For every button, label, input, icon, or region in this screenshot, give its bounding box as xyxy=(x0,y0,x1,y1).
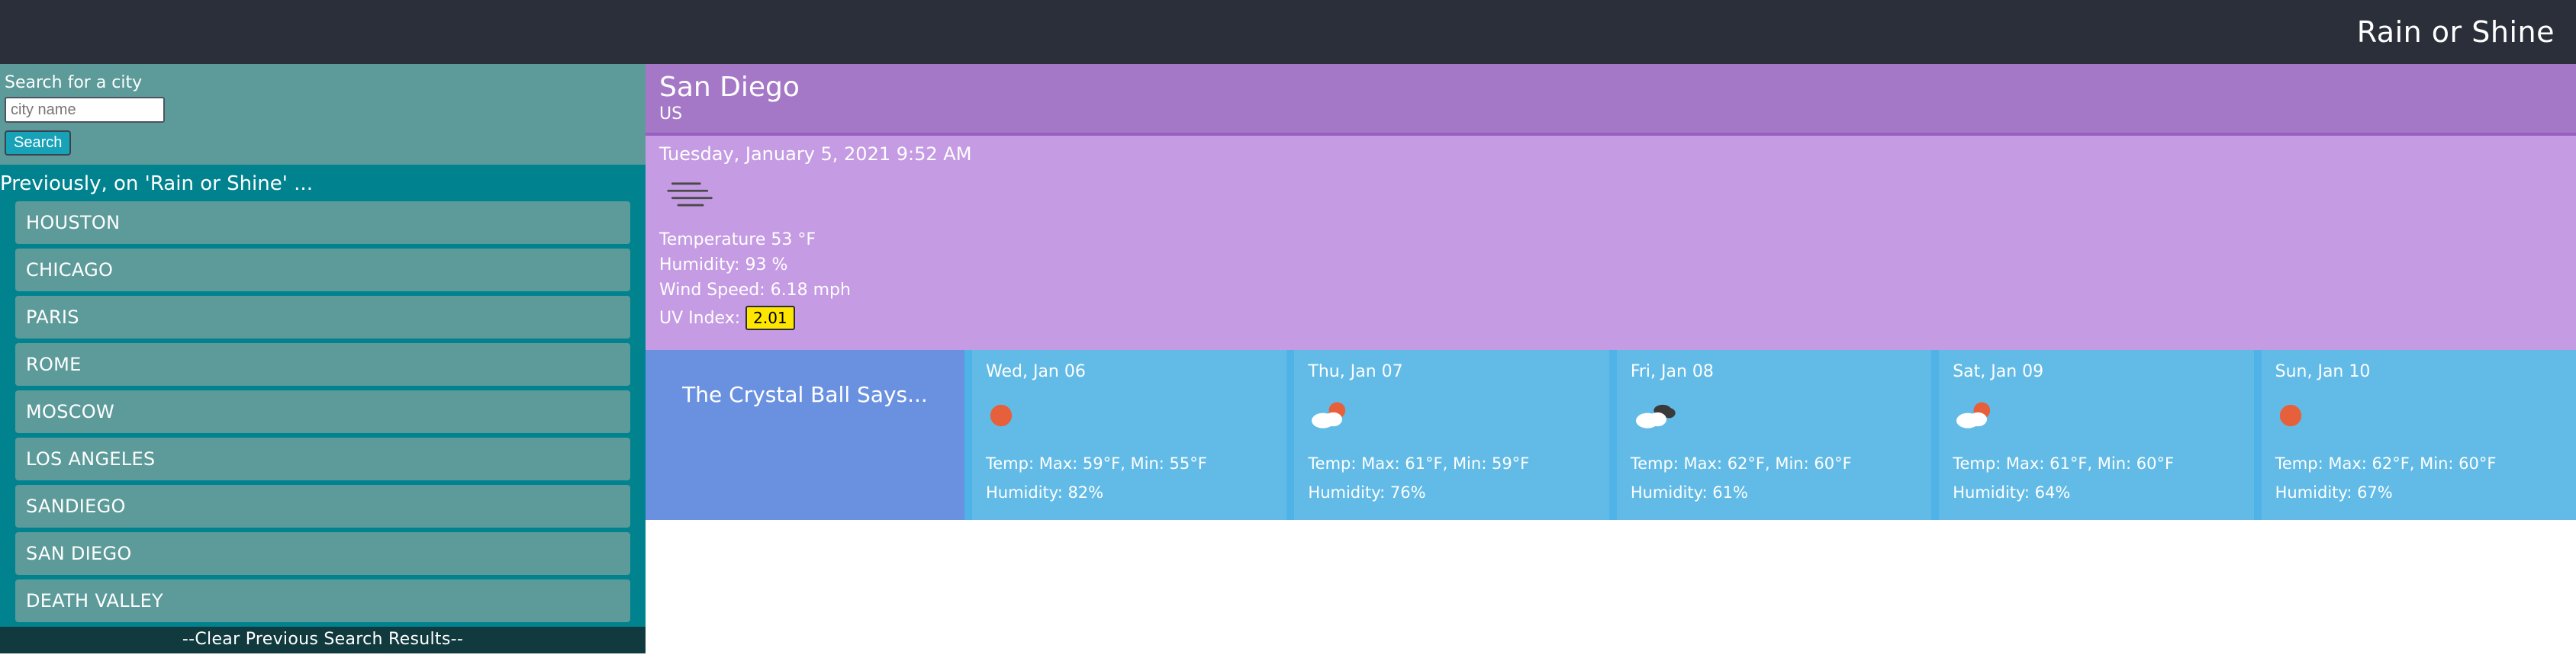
history-title: Previously, on 'Rain or Shine' ... xyxy=(0,169,646,201)
forecast-day: Wed, Jan 06 Temp: Max: 59°F, Min: 55°F H… xyxy=(972,350,1286,520)
current-weather: Tuesday, January 5, 2021 9:52 AM Tempera… xyxy=(646,136,2576,350)
uv-reading: UV Index: 2.01 xyxy=(659,306,2562,330)
history-item[interactable]: MOSCOW xyxy=(15,390,630,433)
forecast-icon-wrap xyxy=(2275,381,2562,450)
sun-cloud-icon xyxy=(1953,400,1998,431)
forecast-day: Fri, Jan 08 Temp: Max: 62°F, Min: 60°F H… xyxy=(1617,350,1931,520)
sun-icon xyxy=(986,400,1016,431)
history-item[interactable]: CHICAGO xyxy=(15,249,630,291)
forecast-date: Wed, Jan 06 xyxy=(986,362,1273,381)
search-button[interactable]: Search xyxy=(5,130,71,156)
main: San Diego US Tuesday, January 5, 2021 9:… xyxy=(646,64,2576,653)
forecast-humidity: Humidity: 64% xyxy=(1953,483,2240,502)
forecast-temp: Temp: Max: 62°F, Min: 60°F xyxy=(2275,454,2562,473)
fog-icon xyxy=(665,175,716,212)
forecast-temp: Temp: Max: 61°F, Min: 60°F xyxy=(1953,454,2240,473)
app-title: Rain or Shine xyxy=(2357,15,2555,49)
uv-badge: 2.01 xyxy=(745,306,795,330)
forecast-icon-wrap xyxy=(1631,381,1918,450)
humidity-reading: Humidity: 93 % xyxy=(659,255,2562,274)
forecast-date: Sat, Jan 09 xyxy=(1953,362,2240,381)
forecast-day: Sun, Jan 10 Temp: Max: 62°F, Min: 60°F H… xyxy=(2262,350,2576,520)
city-header: San Diego US xyxy=(646,64,2576,136)
history-pane: Previously, on 'Rain or Shine' ... HOUST… xyxy=(0,165,646,653)
search-label: Search for a city xyxy=(5,69,641,97)
search-input[interactable] xyxy=(5,97,165,123)
forecast-humidity: Humidity: 67% xyxy=(2275,483,2562,502)
app-header: Rain or Shine xyxy=(0,0,2576,64)
search-pane: Search for a city Search xyxy=(0,64,646,165)
history-item[interactable]: LOS ANGELES xyxy=(15,438,630,480)
forecast-date: Thu, Jan 07 xyxy=(1308,362,1595,381)
wind-reading: Wind Speed: 6.18 mph xyxy=(659,281,2562,300)
forecast-day: Sat, Jan 09 Temp: Max: 61°F, Min: 60°F H… xyxy=(1939,350,2253,520)
uv-label: UV Index: xyxy=(659,309,745,328)
current-readings: Temperature 53 °F Humidity: 93 % Wind Sp… xyxy=(659,230,2562,330)
clouds-icon xyxy=(1631,400,1679,431)
current-date: Tuesday, January 5, 2021 9:52 AM xyxy=(659,143,2562,165)
forecast-icon-wrap xyxy=(1308,381,1595,450)
forecast-temp: Temp: Max: 61°F, Min: 59°F xyxy=(1308,454,1595,473)
forecast-date: Fri, Jan 08 xyxy=(1631,362,1918,381)
current-weather-icon-wrap xyxy=(659,165,2562,224)
history-item[interactable]: ROME xyxy=(15,343,630,386)
forecast-icon-wrap xyxy=(986,381,1273,450)
forecast-heading: The Crystal Ball Says... xyxy=(646,350,964,520)
forecast-humidity: Humidity: 82% xyxy=(986,483,1273,502)
forecast-temp: Temp: Max: 59°F, Min: 55°F xyxy=(986,454,1273,473)
country-code: US xyxy=(659,104,2562,124)
forecast-row: The Crystal Ball Says... Wed, Jan 06 Tem… xyxy=(646,350,2576,520)
history-item[interactable]: SANDIEGO xyxy=(15,485,630,528)
history-item[interactable]: PARIS xyxy=(15,296,630,339)
forecast-date: Sun, Jan 10 xyxy=(2275,362,2562,381)
history-item[interactable]: DEATH VALLEY xyxy=(15,579,630,622)
forecast-day: Thu, Jan 07 Temp: Max: 61°F, Min: 59°F H… xyxy=(1294,350,1608,520)
forecast-humidity: Humidity: 61% xyxy=(1631,483,1918,502)
history-item[interactable]: SAN DIEGO xyxy=(15,532,630,575)
temperature-reading: Temperature 53 °F xyxy=(659,230,2562,249)
sun-icon xyxy=(2275,400,2306,431)
forecast-icon-wrap xyxy=(1953,381,2240,450)
clear-history-button[interactable]: --Clear Previous Search Results-- xyxy=(0,627,646,653)
forecast-humidity: Humidity: 76% xyxy=(1308,483,1595,502)
city-name: San Diego xyxy=(659,72,2562,103)
history-item[interactable]: HOUSTON xyxy=(15,201,630,244)
forecast-temp: Temp: Max: 62°F, Min: 60°F xyxy=(1631,454,1918,473)
sun-cloud-icon xyxy=(1308,400,1354,431)
sidebar: Search for a city Search Previously, on … xyxy=(0,64,646,653)
